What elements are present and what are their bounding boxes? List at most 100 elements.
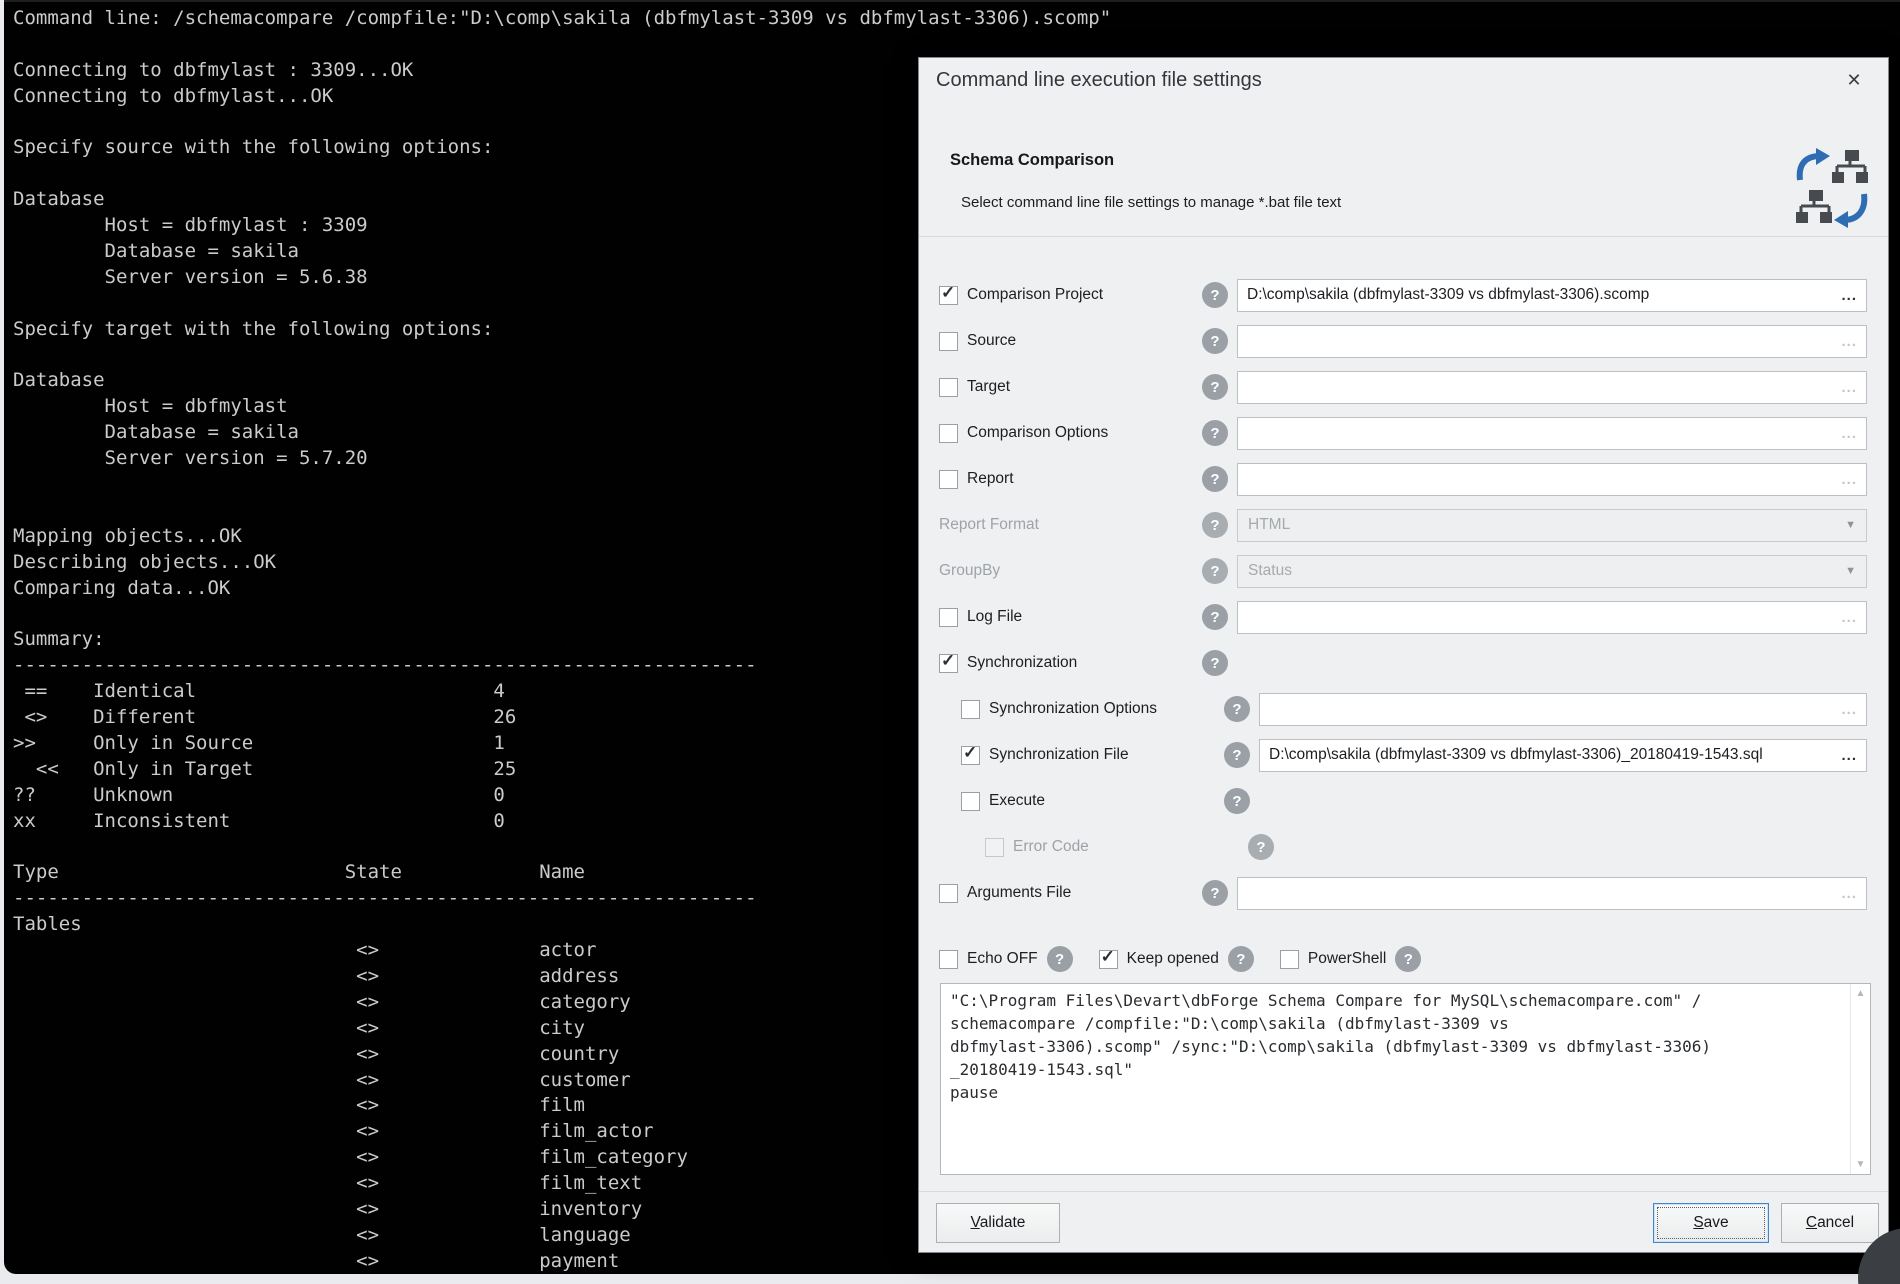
checkbox-synchronization-options[interactable]: [961, 700, 980, 719]
checkbox-powershell[interactable]: [1280, 950, 1299, 969]
input-report[interactable]: ...: [1237, 463, 1867, 496]
input-log-file[interactable]: ...: [1237, 601, 1867, 634]
label-zone-synchronization: Synchronization: [939, 654, 1202, 673]
validate-button[interactable]: Validate: [936, 1203, 1060, 1243]
option-row-comparison-project: Comparison Project D:\comp\sakila (dbfmyl…: [939, 272, 1867, 318]
input-arguments-file[interactable]: ...: [1237, 877, 1867, 910]
help-icon-report[interactable]: [1202, 466, 1228, 492]
control-log-file: ...: [1237, 601, 1867, 634]
browse-button-log-file: ...: [1841, 609, 1857, 626]
schema-comparison-heading: Schema Comparison: [950, 151, 1114, 170]
help-icon-arguments-file[interactable]: [1202, 880, 1228, 906]
input-target[interactable]: ...: [1237, 371, 1867, 404]
schema-compare-icon: [1792, 146, 1872, 230]
browse-button-synchronization-file[interactable]: ...: [1841, 747, 1857, 764]
label-error-code: Error Code: [1013, 838, 1089, 856]
help-icon-echo-off[interactable]: [1047, 946, 1073, 972]
label-zone-error-code: Error Code: [939, 838, 1248, 857]
label-zone-log-file: Log File: [939, 608, 1202, 627]
control-comparison-project: D:\comp\sakila (dbfmylast-3309 vs dbfmyl…: [1237, 279, 1867, 312]
checkbox-source[interactable]: [939, 332, 958, 351]
input-source[interactable]: ...: [1237, 325, 1867, 358]
help-icon-synchronization-options[interactable]: [1224, 696, 1250, 722]
checkbox-error-code: [985, 838, 1004, 857]
label-zone-comparison-options: Comparison Options: [939, 424, 1202, 443]
control-groupby: Status: [1237, 555, 1867, 588]
label-source: Source: [967, 332, 1016, 350]
label-log-file: Log File: [967, 608, 1022, 626]
scroll-up-icon[interactable]: [1856, 988, 1866, 999]
browse-button-target: ...: [1841, 379, 1857, 396]
save-button[interactable]: Save: [1653, 1203, 1769, 1243]
options-list: Comparison Project D:\comp\sakila (dbfmyl…: [939, 272, 1867, 916]
browse-button-comparison-project[interactable]: ...: [1841, 287, 1857, 304]
help-icon-target[interactable]: [1202, 374, 1228, 400]
scroll-down-icon[interactable]: [1856, 1159, 1866, 1170]
help-icon-comparison-project[interactable]: [1202, 282, 1228, 308]
checkbox-report[interactable]: [939, 470, 958, 489]
console-line: Command line: /schemacompare /compfile:"…: [13, 6, 1900, 32]
help-icon-comparison-options[interactable]: [1202, 420, 1228, 446]
label-zone-report: Report: [939, 470, 1202, 489]
cancel-button[interactable]: Cancel: [1781, 1203, 1879, 1243]
label-target: Target: [967, 378, 1010, 396]
control-target: ...: [1237, 371, 1867, 404]
label-zone-synchronization-options: Synchronization Options: [939, 700, 1224, 719]
checkbox-execute[interactable]: [961, 792, 980, 811]
checkbox-target[interactable]: [939, 378, 958, 397]
input-value-comparison-project: D:\comp\sakila (dbfmylast-3309 vs dbfmyl…: [1247, 286, 1841, 304]
dialog-title: Command line execution file settings: [936, 69, 1262, 92]
label-report: Report: [967, 470, 1014, 488]
label-zone-arguments-file: Arguments File: [939, 884, 1202, 903]
option-row-comparison-options: Comparison Options...: [939, 410, 1867, 456]
checkbox-comparison-options[interactable]: [939, 424, 958, 443]
input-comparison-project[interactable]: D:\comp\sakila (dbfmylast-3309 vs dbfmyl…: [1237, 279, 1867, 312]
help-icon-execute[interactable]: [1224, 788, 1250, 814]
checkbox-comparison-project[interactable]: [939, 286, 958, 305]
label-zone-target: Target: [939, 378, 1202, 397]
help-icon-powershell[interactable]: [1395, 946, 1421, 972]
flag-powershell: PowerShell: [1280, 946, 1421, 972]
input-comparison-options[interactable]: ...: [1237, 417, 1867, 450]
help-icon-synchronization[interactable]: [1202, 650, 1228, 676]
label-comparison-options: Comparison Options: [967, 424, 1108, 442]
checkbox-keep-opened[interactable]: [1099, 950, 1118, 969]
label-synchronization-file: Synchronization File: [989, 746, 1129, 764]
option-row-report-format: Report FormatHTML: [939, 502, 1867, 548]
flags-row: Echo OFFKeep openedPowerShell: [939, 936, 1447, 982]
label-zone-execute: Execute: [939, 792, 1224, 811]
control-report: ...: [1237, 463, 1867, 496]
bat-text: "C:\Program Files\Devart\dbForge Schema …: [950, 989, 1844, 1169]
help-icon-groupby[interactable]: [1202, 558, 1228, 584]
label-echo-off: Echo OFF: [967, 950, 1038, 968]
option-row-source: Source...: [939, 318, 1867, 364]
help-icon-log-file[interactable]: [1202, 604, 1228, 630]
browse-button-synchronization-options: ...: [1841, 701, 1857, 718]
checkbox-echo-off[interactable]: [939, 950, 958, 969]
control-synchronization-options: ...: [1259, 693, 1867, 726]
bat-text-area[interactable]: "C:\Program Files\Devart\dbForge Schema …: [940, 983, 1871, 1175]
input-synchronization-file[interactable]: D:\comp\sakila (dbfmylast-3309 vs dbfmyl…: [1259, 739, 1867, 772]
input-synchronization-options[interactable]: ...: [1259, 693, 1867, 726]
label-synchronization: Synchronization: [967, 654, 1077, 672]
option-row-arguments-file: Arguments File...: [939, 870, 1867, 916]
chevron-down-icon: [1845, 565, 1856, 577]
label-powershell: PowerShell: [1308, 950, 1386, 968]
validate-button-label: Validate: [971, 1214, 1026, 1232]
help-icon-keep-opened[interactable]: [1228, 946, 1254, 972]
browse-button-arguments-file: ...: [1841, 885, 1857, 902]
close-icon[interactable]: [1840, 66, 1868, 94]
browse-button-source: ...: [1841, 333, 1857, 350]
checkbox-synchronization[interactable]: [939, 654, 958, 673]
help-icon-error-code[interactable]: [1248, 834, 1274, 860]
scrollbar[interactable]: [1850, 984, 1870, 1174]
help-icon-synchronization-file[interactable]: [1224, 742, 1250, 768]
label-zone-comparison-project: Comparison Project: [939, 286, 1202, 305]
checkbox-synchronization-file[interactable]: [961, 746, 980, 765]
label-report-format: Report Format: [939, 516, 1039, 534]
help-icon-report-format[interactable]: [1202, 512, 1228, 538]
checkbox-log-file[interactable]: [939, 608, 958, 627]
help-icon-source[interactable]: [1202, 328, 1228, 354]
checkbox-arguments-file[interactable]: [939, 884, 958, 903]
label-execute: Execute: [989, 792, 1045, 810]
